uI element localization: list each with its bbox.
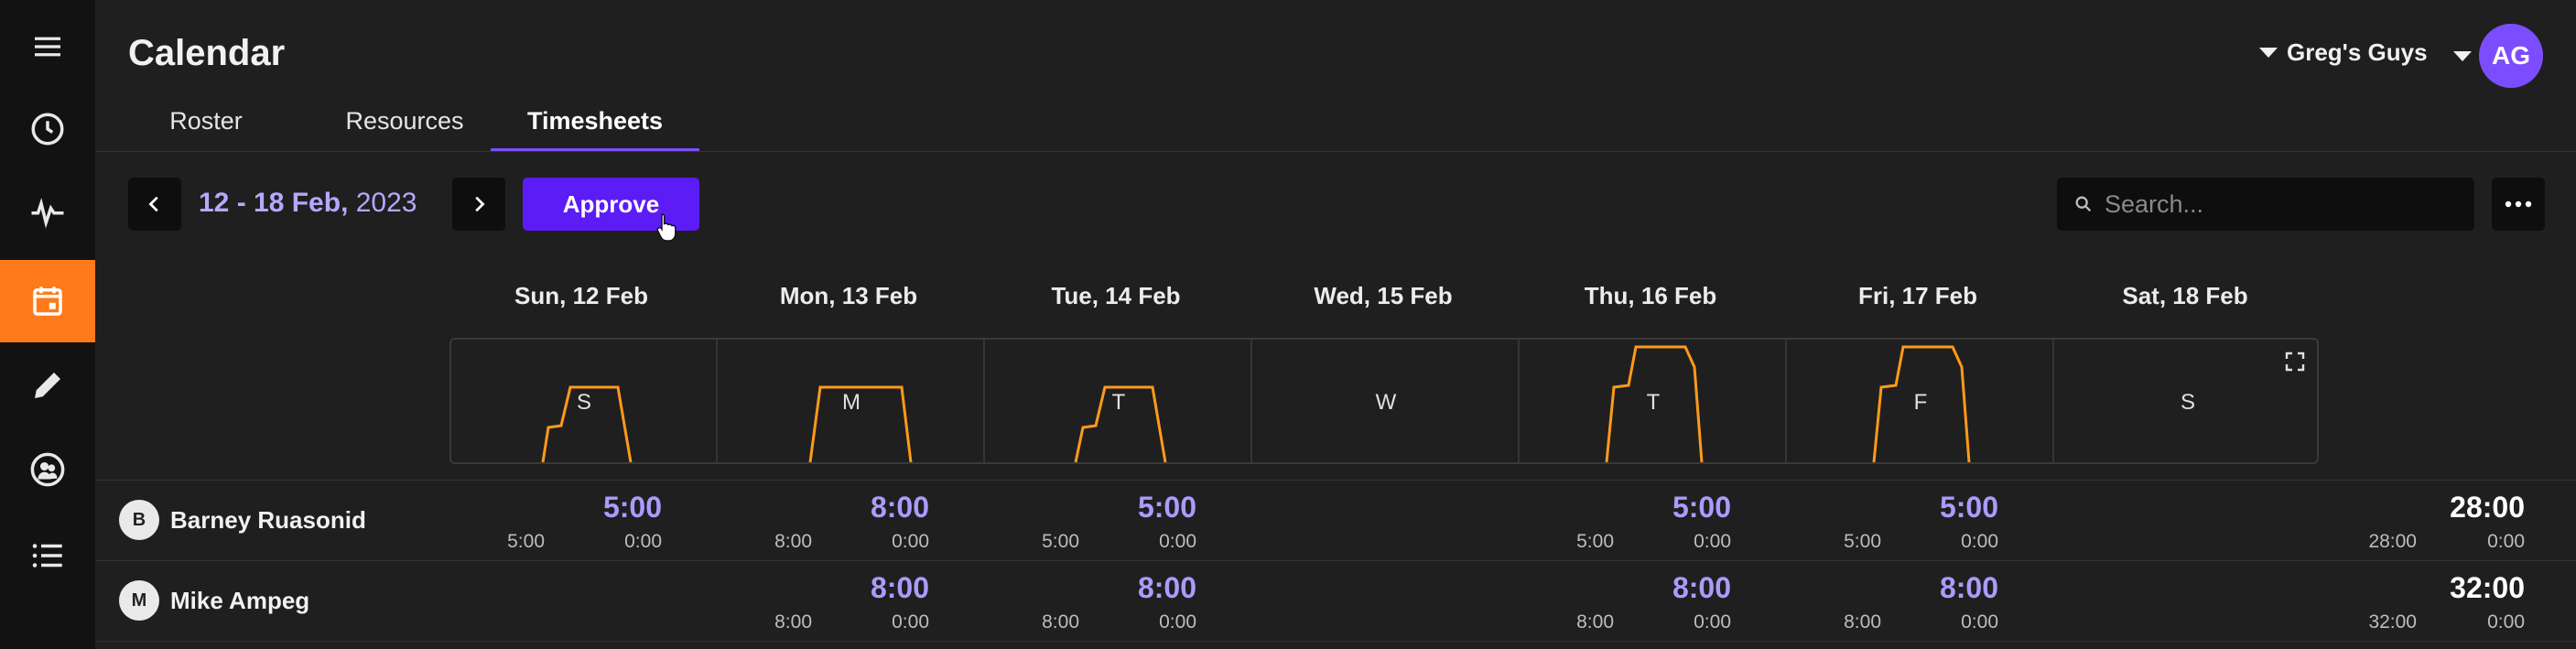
day-header-mon: Mon, 13 Feb (779, 282, 918, 309)
week-worked: 32:00 (2368, 611, 2417, 633)
cell-total[interactable]: 5:00 (515, 491, 662, 525)
row-divider (95, 641, 2576, 642)
date-range-text: 12 - 18 Feb, (199, 188, 349, 218)
cell-worked: 5:00 (1576, 531, 1614, 552)
employee-name: Barney Ruasonid (170, 505, 366, 534)
cell-break: 0:00 (1961, 611, 1998, 633)
cell-break: 0:00 (1694, 531, 1731, 552)
day-letter-tue: T (1112, 390, 1126, 415)
cell-worked: 8:00 (774, 611, 812, 633)
cell-total[interactable]: 8:00 (1852, 571, 1998, 605)
cell-total[interactable]: 8:00 (783, 491, 929, 525)
search-box[interactable] (2057, 178, 2474, 231)
row-divider (95, 560, 2576, 561)
cell-break: 0:00 (1159, 531, 1196, 552)
cell-total[interactable]: 8:00 (1050, 571, 1196, 605)
employee-mike[interactable]: M Mike Ampeg (119, 580, 309, 621)
sidebar-item-people[interactable] (0, 428, 95, 511)
chevron-right-icon (475, 196, 485, 212)
week-total: 28:00 (2450, 491, 2525, 524)
more-horizontal-icon (2505, 200, 2532, 208)
clock-icon (31, 113, 64, 146)
cell-worked: 5:00 (507, 531, 545, 552)
cell-worked: 8:00 (774, 531, 812, 552)
day-header-tue: Tue, 14 Feb (1051, 282, 1181, 309)
activity-icon (31, 197, 64, 229)
day-curve-mon (808, 385, 913, 462)
day-letter-wed: W (1376, 390, 1397, 415)
user-menu-caret-icon[interactable] (2453, 51, 2472, 61)
list-icon (32, 544, 62, 568)
sidebar (0, 0, 95, 649)
more-options-button[interactable] (2492, 178, 2545, 231)
week-total: 32:00 (2450, 571, 2525, 604)
week-break: 0:00 (2487, 531, 2525, 552)
cell-worked: 5:00 (1844, 531, 1881, 552)
week-coverage-chart: S M T W T F S (449, 338, 2319, 464)
calendar-icon (33, 287, 62, 316)
cell-break: 0:00 (1159, 611, 1196, 633)
day-letter-sun: S (577, 390, 591, 415)
cell-break: 0:00 (892, 611, 929, 633)
day-header-sat: Sat, 18 Feb (2122, 282, 2248, 309)
date-range-year: 2023 (355, 188, 417, 218)
cell-break: 0:00 (1961, 531, 1998, 552)
avatar[interactable]: AG (2479, 24, 2543, 88)
row-divider (95, 480, 2576, 481)
cell-break: 0:00 (892, 531, 929, 552)
day-header-sun: Sun, 12 Feb (514, 282, 648, 309)
week-break: 0:00 (2487, 611, 2525, 633)
sidebar-item-activity[interactable] (0, 170, 95, 253)
menu-icon (35, 37, 60, 57)
hand-cursor-icon (656, 213, 676, 242)
next-week-button[interactable] (452, 178, 505, 231)
people-icon (30, 452, 65, 487)
day-header-fri: Fri, 17 Feb (1857, 282, 1978, 309)
search-input[interactable] (2103, 189, 2454, 220)
cell-worked: 8:00 (1844, 611, 1881, 633)
week-worked: 28:00 (2368, 531, 2417, 552)
cell-worked: 8:00 (1576, 611, 1614, 633)
search-icon (2075, 196, 2092, 212)
day-header-wed: Wed, 15 Feb (1314, 282, 1453, 309)
cell-break: 0:00 (1694, 611, 1731, 633)
employee-badge: M (119, 580, 159, 621)
expand-icon[interactable] (2285, 352, 2305, 372)
org-switcher[interactable]: Greg's Guys (2259, 38, 2428, 67)
cell-worked: 5:00 (1042, 531, 1079, 552)
sidebar-item-clock[interactable] (0, 88, 95, 170)
menu-button[interactable] (0, 5, 95, 88)
day-letter-fri: F (1914, 390, 1928, 415)
header-divider (95, 151, 2576, 152)
sidebar-item-edit[interactable] (0, 344, 95, 427)
previous-week-button[interactable] (128, 178, 181, 231)
cell-total[interactable]: 5:00 (1050, 491, 1196, 525)
tab-resources[interactable]: Resources (304, 107, 505, 155)
employee-name: Mike Ampeg (170, 586, 310, 614)
cell-total[interactable]: 5:00 (1585, 491, 1731, 525)
cell-total[interactable]: 5:00 (1852, 491, 1998, 525)
day-header-thu: Thu, 16 Feb (1584, 282, 1717, 309)
tab-roster[interactable]: Roster (128, 107, 284, 155)
cell-total[interactable]: 8:00 (1585, 571, 1731, 605)
page-title: Calendar (128, 33, 286, 73)
cell-total[interactable]: 8:00 (783, 571, 929, 605)
chevron-left-icon (148, 196, 158, 212)
org-name: Greg's Guys (2287, 38, 2428, 66)
date-range-label: 12 - 18 Feb, 2023 (199, 188, 417, 219)
day-letter-mon: M (842, 390, 860, 415)
day-letter-sat: S (2181, 390, 2195, 415)
pencil-icon (35, 373, 60, 398)
sidebar-item-calendar[interactable] (0, 260, 95, 342)
sidebar-item-list[interactable] (0, 514, 95, 597)
employee-badge: B (119, 500, 159, 540)
cell-break: 0:00 (624, 531, 662, 552)
employee-barney[interactable]: B Barney Ruasonid (119, 500, 366, 540)
day-letter-thu: T (1647, 390, 1661, 415)
cell-worked: 8:00 (1042, 611, 1079, 633)
caret-down-icon (2259, 48, 2278, 58)
